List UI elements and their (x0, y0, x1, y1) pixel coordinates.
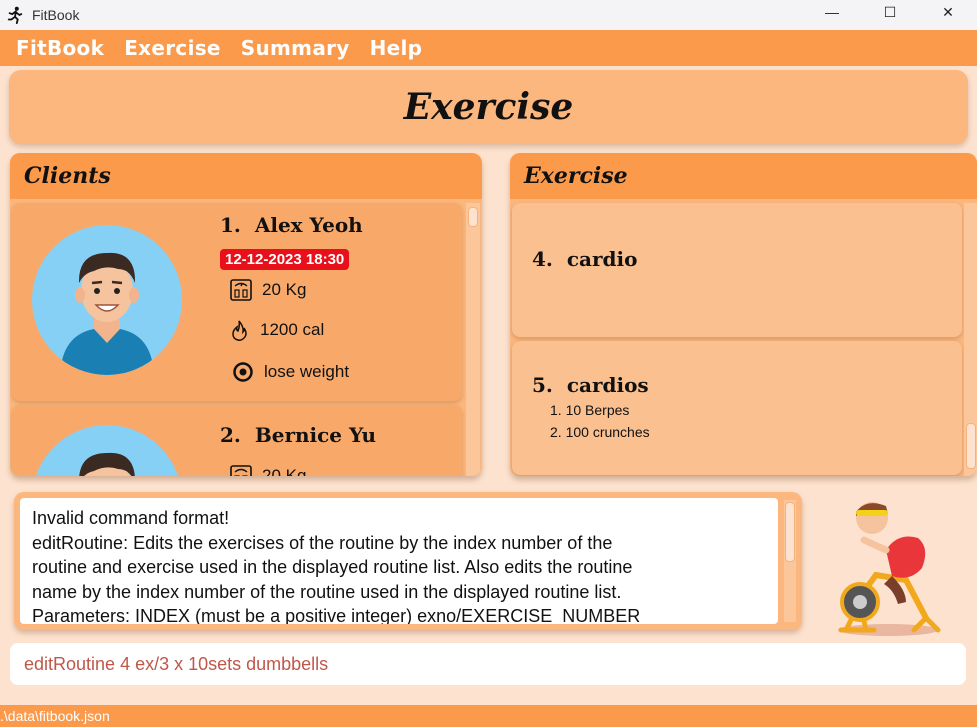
clients-panel: Clients 1. Alex Yeoh 12-12-2023 18:30 20… (10, 153, 482, 476)
target-icon (230, 359, 256, 385)
command-input[interactable] (10, 643, 966, 685)
menu-help[interactable]: Help (360, 36, 433, 60)
client-card[interactable]: 2. Bernice Yu 20 Kg (12, 405, 462, 476)
calories-row: 1200 cal (226, 317, 324, 343)
menu-exercise[interactable]: Exercise (114, 36, 231, 60)
window-title-bar: FitBook — ☐ ✕ (0, 0, 977, 30)
scale-icon (228, 463, 254, 476)
weight-row: 20 Kg (228, 277, 306, 303)
list-item: 1. 10 Berpes (550, 402, 630, 418)
minimize-button[interactable]: — (803, 0, 861, 24)
menu-summary[interactable]: Summary (231, 36, 360, 60)
client-name-text: Bernice Yu (254, 423, 377, 447)
goal-row: lose weight (230, 359, 349, 385)
clients-panel-title: Clients (24, 163, 111, 189)
person-avatar-icon (60, 252, 154, 375)
exercise-item: 100 crunches (565, 424, 650, 440)
routine-name: 4. cardio (532, 247, 637, 271)
clients-panel-header: Clients (10, 153, 482, 199)
weight-value: 20 Kg (262, 280, 307, 299)
routine-card[interactable]: 4. cardio (512, 203, 962, 337)
exercise-scroll-thumb[interactable] (966, 423, 976, 469)
client-card[interactable]: 1. Alex Yeoh 12-12-2023 18:30 20 Kg 1200… (12, 203, 462, 401)
weight-row: 20 Kg (228, 463, 306, 476)
client-name: 1. Alex Yeoh (220, 213, 363, 237)
exercise-item: 10 Berpes (565, 402, 630, 418)
page-header: Exercise (9, 70, 968, 144)
avatar (32, 225, 182, 375)
exercise-bike-mascot-icon (838, 502, 941, 636)
clients-scrollbar[interactable] (466, 203, 480, 476)
clients-scroll-thumb[interactable] (468, 207, 478, 227)
routine-name: 5. cardios (532, 373, 649, 397)
flame-icon (226, 317, 252, 343)
menu-bar: FitBook Exercise Summary Help (0, 30, 977, 66)
routine-name-text: cardios (566, 373, 649, 397)
exercise-scrollbar[interactable] (964, 203, 977, 476)
result-scroll-thumb[interactable] (785, 502, 795, 562)
window-title: FitBook (32, 7, 80, 23)
exercise-panel-header: Exercise (510, 153, 977, 199)
result-display-panel: Invalid command format! editRoutine: Edi… (14, 492, 802, 630)
result-line: name by the index number of the routine … (32, 581, 622, 602)
client-name-text: Alex Yeoh (254, 213, 363, 237)
list-item: 2. 100 crunches (550, 424, 650, 440)
running-person-icon (7, 6, 23, 24)
close-button[interactable]: ✕ (919, 0, 977, 24)
routine-card[interactable]: 5. cardios 1. 10 Berpes 2. 100 crunches (512, 341, 962, 475)
appointment-badge: 12-12-2023 18:30 (220, 249, 350, 270)
routine-index: 5. (532, 373, 553, 397)
result-line: editRoutine: Edits the exercises of the … (32, 532, 613, 553)
calories-value: 1200 cal (260, 320, 325, 339)
client-index: 1. (220, 213, 241, 237)
weight-value: 20 Kg (262, 466, 307, 476)
scale-icon (228, 277, 254, 303)
data-file-path: .\data\fitbook.json (0, 708, 110, 724)
exercise-panel: Exercise 4. cardio 5. cardios 1. 10 Berp… (510, 153, 977, 476)
result-line: routine and exercise used in the display… (32, 557, 633, 577)
status-bar: .\data\fitbook.json (0, 705, 977, 727)
result-display: Invalid command format! editRoutine: Edi… (20, 498, 778, 624)
person-avatar-icon (79, 452, 135, 476)
exercise-panel-title: Exercise (524, 163, 628, 189)
avatar (32, 425, 182, 476)
maximize-button[interactable]: ☐ (861, 0, 919, 24)
minimize-icon: — (825, 4, 839, 20)
client-name: 2. Bernice Yu (220, 423, 376, 447)
result-scrollbar[interactable] (784, 500, 796, 622)
routine-index: 4. (532, 247, 553, 271)
exercise-list: 1. 10 Berpes 2. 100 crunches (550, 399, 650, 443)
result-line: Parameters: INDEX (must be a positive in… (32, 606, 641, 624)
maximize-icon: ☐ (883, 3, 897, 20)
menu-fitbook[interactable]: FitBook (6, 36, 114, 60)
close-icon: ✕ (942, 3, 954, 20)
page-title: Exercise (403, 86, 574, 128)
result-line: Invalid command format! (32, 508, 230, 528)
client-index: 2. (220, 423, 241, 447)
goal-value: lose weight (264, 362, 350, 381)
routine-name-text: cardio (566, 247, 638, 271)
